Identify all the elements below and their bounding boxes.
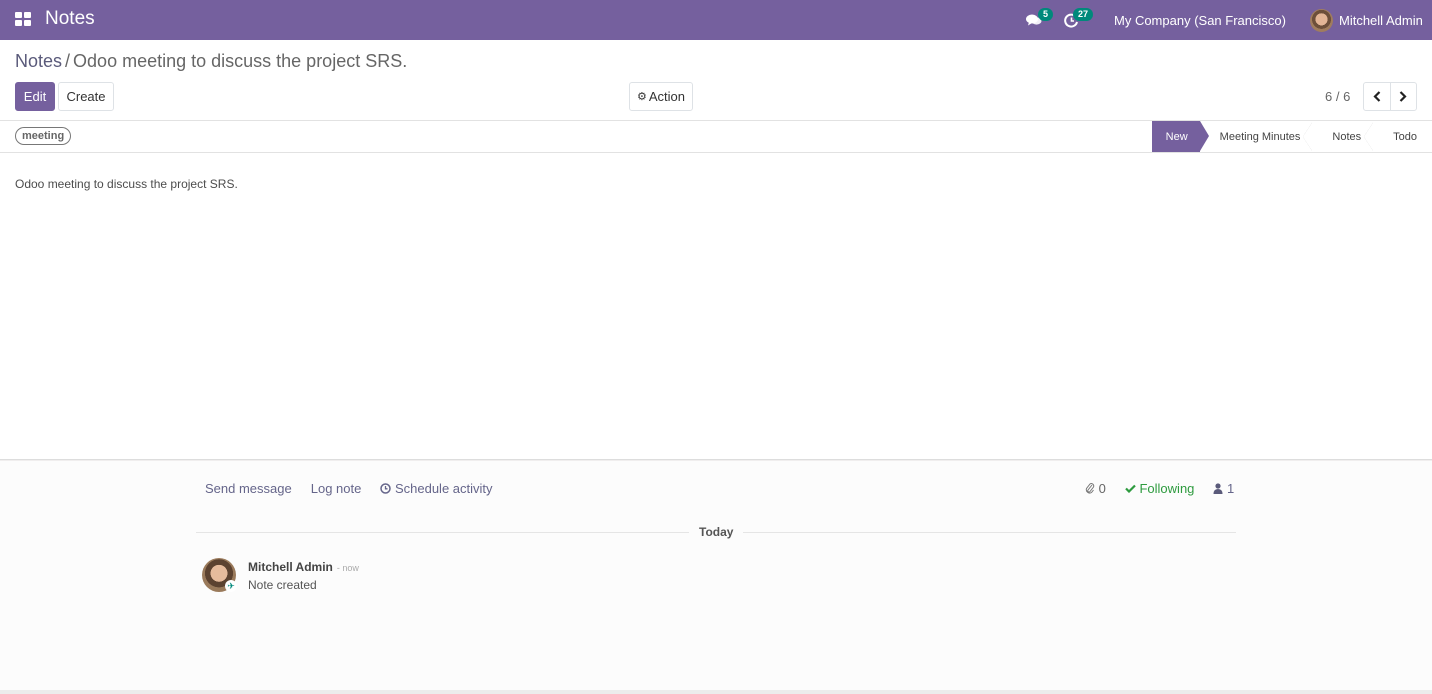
separator-line [743, 532, 1236, 533]
action-label: Action [648, 89, 685, 104]
user-menu[interactable]: Mitchell Admin [1310, 0, 1423, 40]
schedule-activity-button[interactable]: Schedule activity [380, 481, 493, 496]
message-author-name[interactable]: Mitchell Admin [248, 560, 333, 574]
date-separator-label: Today [699, 525, 734, 539]
message-date: - now [336, 563, 359, 573]
schedule-activity-label: Schedule activity [394, 481, 493, 496]
edit-button[interactable]: Edit [15, 82, 55, 111]
breadcrumb-parent[interactable]: Notes [15, 51, 62, 71]
stage-todo[interactable]: Todo [1373, 121, 1432, 152]
company-switcher[interactable]: My Company (San Francisco) [1114, 0, 1286, 40]
control-panel: Notes / Odoo meeting to discuss the projec… [0, 40, 1432, 121]
tag-badge[interactable]: meeting [15, 127, 72, 145]
pager-buttons [1363, 82, 1417, 111]
chatter: Send message Log note Schedule activity … [0, 461, 1432, 690]
followers-count: 1 [1227, 481, 1235, 496]
breadcrumb: Notes / Odoo meeting to discuss the projec… [15, 51, 407, 72]
pager-value[interactable]: 6 / 6 [1325, 89, 1350, 104]
pager-next-button[interactable] [1389, 83, 1417, 110]
chatter-followers-bar: 0 Following 1 [1085, 481, 1234, 496]
activities-menu[interactable]: 27 [1064, 0, 1094, 40]
apps-grid-icon[interactable] [15, 12, 31, 26]
message-body: Note created [248, 578, 317, 592]
paperclip-icon [1085, 483, 1095, 494]
user-icon [1213, 483, 1223, 494]
attachments-button[interactable]: 0 [1085, 481, 1106, 496]
followers-button[interactable]: 1 [1213, 481, 1234, 496]
form-statusbar: meeting New Meeting Minutes Notes Todo [0, 121, 1432, 153]
user-avatar [1310, 8, 1333, 32]
gear-icon: ⚙ [636, 91, 647, 103]
note-memo[interactable]: Odoo meeting to discuss the project SRS. [15, 177, 238, 191]
attachments-count: 0 [1098, 481, 1106, 496]
page-bottom-border [0, 690, 1432, 694]
messages-badge: 5 [1038, 8, 1054, 21]
user-name: Mitchell Admin [1339, 12, 1423, 28]
top-navbar: Notes 5 27 My Company (San Francisco) Mi… [0, 0, 1432, 40]
stage-meeting-minutes[interactable]: Meeting Minutes [1199, 121, 1314, 152]
check-icon [1125, 484, 1136, 494]
chatter-topbar: Send message Log note Schedule activity [205, 481, 493, 496]
stage-notes[interactable]: Notes [1312, 121, 1374, 152]
messages-menu[interactable]: 5 [1026, 0, 1054, 40]
note-form-body: Odoo meeting to discuss the project SRS. [0, 153, 1432, 460]
log-note-button[interactable]: Log note [311, 481, 362, 496]
pager-previous-button[interactable] [1364, 83, 1390, 110]
chevron-left-icon [1373, 91, 1381, 102]
stage-new[interactable]: New [1151, 121, 1209, 152]
action-button[interactable]: ⚙ Action [629, 82, 693, 111]
clock-icon [380, 483, 392, 494]
separator-line [196, 532, 689, 533]
message-author: Mitchell Admin - now [248, 560, 359, 574]
activities-badge: 27 [1073, 8, 1094, 21]
app-name[interactable]: Notes [45, 8, 95, 30]
breadcrumb-separator: / [65, 51, 71, 71]
following-label: Following [1139, 481, 1195, 496]
date-separator: Today [196, 525, 1236, 541]
following-button[interactable]: Following [1125, 481, 1195, 496]
create-button[interactable]: Create [58, 82, 114, 111]
plane-icon: ✈ [225, 580, 237, 592]
stage-selector: New Meeting Minutes Notes Todo [1151, 121, 1432, 152]
chevron-right-icon [1399, 91, 1407, 102]
breadcrumb-current: Odoo meeting to discuss the project SRS. [73, 51, 408, 71]
send-message-button[interactable]: Send message [205, 481, 292, 496]
